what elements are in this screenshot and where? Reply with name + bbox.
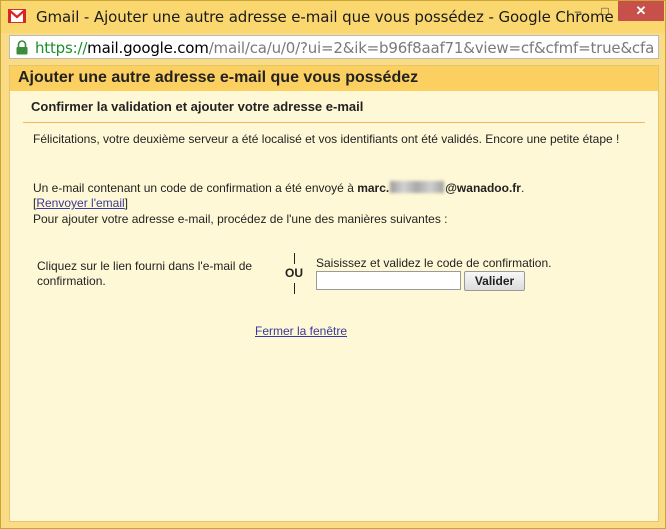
separator-line-top — [294, 253, 295, 264]
confirmation-code-input[interactable] — [316, 271, 461, 290]
section-heading: Confirmer la validation et ajouter votre… — [31, 99, 364, 114]
browser-window: Gmail - Ajouter une autre adresse e-mail… — [0, 0, 666, 529]
divider — [23, 122, 645, 123]
url-host: mail.google.com — [87, 39, 209, 57]
separator-line-bottom — [294, 283, 295, 294]
validate-button[interactable]: Valider — [464, 271, 525, 291]
close-link-row: Fermer la fenêtre — [255, 324, 347, 338]
instructions-text: Pour ajouter votre adresse e-mail, procé… — [33, 212, 448, 226]
maximize-button[interactable]: □ — [592, 1, 618, 21]
close-window-link[interactable]: Fermer la fenêtre — [255, 324, 347, 338]
url-text: https://mail.google.com/mail/ca/u/0/?ui=… — [35, 39, 654, 57]
resend-bracket-close: ] — [124, 196, 129, 210]
email-start: marc. — [357, 181, 390, 195]
address-bar[interactable]: https://mail.google.com/mail/ca/u/0/?ui=… — [9, 35, 659, 59]
sent-text-prefix: Un e-mail contenant un code de confirmat… — [33, 181, 358, 195]
resend-email-link[interactable]: Renvoyer l'email — [36, 196, 124, 210]
window-title: Gmail - Ajouter une autre adresse e-mail… — [36, 8, 614, 26]
email-end: @wanadoo.fr — [445, 181, 521, 195]
or-label: OU — [285, 266, 303, 280]
url-path: /mail/ca/u/0/?ui=2&ik=b96f8aaf71&view=cf… — [208, 39, 655, 57]
close-window-button[interactable]: ✕ — [618, 1, 664, 21]
gmail-icon — [8, 9, 26, 23]
sent-text-suffix: . — [520, 181, 525, 195]
resend-row: [Renvoyer l'email] — [33, 196, 128, 210]
redacted-email-part — [390, 181, 445, 193]
header-band: Ajouter une autre adresse e-mail que vou… — [10, 66, 658, 91]
url-scheme: https:// — [35, 39, 88, 57]
page-title: Ajouter une autre adresse e-mail que vou… — [18, 69, 419, 86]
option-code-text: Saisissez et validez le code de confirma… — [316, 256, 552, 270]
lock-icon — [16, 40, 28, 55]
title-bar: Gmail - Ajouter une autre adresse e-mail… — [1, 1, 665, 33]
dialog-content: Ajouter une autre adresse e-mail que vou… — [9, 65, 659, 522]
congrats-text: Félicitations, votre deuxième serveur a … — [33, 132, 620, 146]
sent-message: Un e-mail contenant un code de confirmat… — [33, 180, 633, 196]
minimize-button[interactable]: – — [564, 1, 592, 21]
option-link-text: Cliquez sur le lien fourni dans l'e-mail… — [37, 259, 253, 288]
